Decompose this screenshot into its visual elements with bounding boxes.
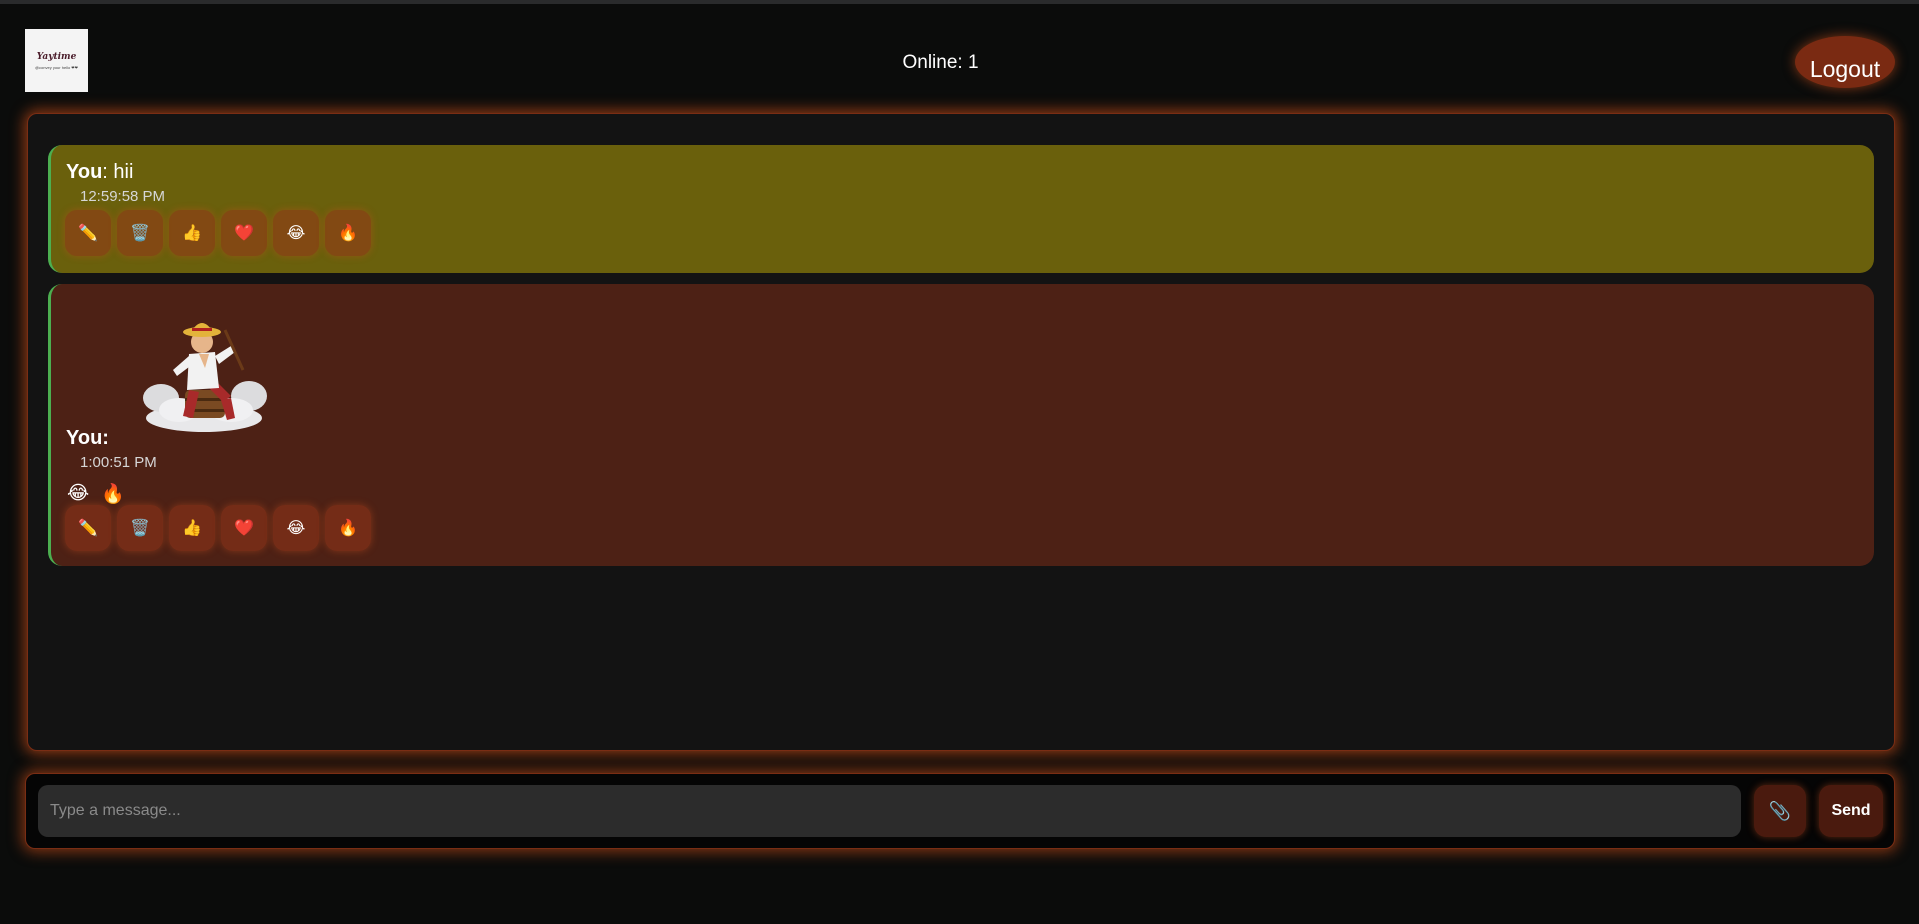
message-composer: 📎 Send [25, 773, 1895, 849]
message-input[interactable] [38, 785, 1741, 837]
laugh-icon: 😂 [286, 225, 306, 242]
message-sender: You [66, 427, 103, 449]
heart-icon: ❤️ [234, 225, 254, 242]
react-heart-button[interactable]: ❤️ [221, 505, 267, 551]
react-laugh-button[interactable]: 😂 [273, 505, 319, 551]
thumbs-up-icon: 👍 [182, 520, 202, 537]
paperclip-icon: 📎 [1768, 800, 1792, 821]
message-separator: : [102, 427, 109, 449]
delete-button[interactable]: 🗑️ [117, 210, 163, 256]
thumbs-up-icon: 👍 [182, 225, 202, 242]
fire-reaction-icon[interactable]: 🔥 [101, 482, 125, 506]
heart-icon: ❤️ [234, 520, 254, 537]
trash-icon: 🗑️ [130, 520, 150, 537]
attach-button[interactable]: 📎 [1754, 785, 1806, 837]
delete-button[interactable]: 🗑️ [117, 505, 163, 551]
message-actions: ✏️ 🗑️ 👍 ❤️ 😂 🔥 [65, 210, 371, 256]
message-timestamp: 1:00:51 PM [80, 454, 157, 471]
fire-icon: 🔥 [338, 520, 358, 537]
message-item: You: hii 12:59:58 PM ✏️ 🗑️ 👍 ❤️ 😂 🔥 [48, 145, 1874, 273]
edit-button[interactable]: ✏️ [65, 210, 111, 256]
chat-messages-panel[interactable]: You: hii 12:59:58 PM ✏️ 🗑️ 👍 ❤️ 😂 🔥 You:… [27, 113, 1895, 751]
online-count: Online: 1 [902, 52, 979, 73]
react-fire-button[interactable]: 🔥 [325, 505, 371, 551]
react-thumbs-up-button[interactable]: 👍 [169, 505, 215, 551]
message-timestamp: 12:59:58 PM [80, 188, 166, 205]
send-button[interactable]: Send [1819, 785, 1883, 837]
trash-icon: 🗑️ [130, 225, 150, 242]
message-line: You: [66, 427, 109, 450]
react-fire-button[interactable]: 🔥 [325, 210, 371, 256]
message-text: hii [107, 161, 134, 183]
react-thumbs-up-button[interactable]: 👍 [169, 210, 215, 256]
fire-icon: 🔥 [338, 225, 358, 242]
message-actions: ✏️ 🗑️ 👍 ❤️ 😂 🔥 [65, 505, 371, 551]
message-reactions: 😂 🔥 [67, 482, 125, 506]
message-image[interactable] [139, 306, 269, 436]
react-heart-button[interactable]: ❤️ [221, 210, 267, 256]
edit-button[interactable]: ✏️ [65, 505, 111, 551]
laugh-icon: 😂 [286, 520, 306, 537]
logout-button[interactable]: Logout [1795, 36, 1895, 88]
message-line: You: hii [66, 161, 133, 184]
message-sender: You [66, 161, 103, 183]
pencil-icon: ✏️ [78, 520, 98, 537]
laugh-reaction-icon[interactable]: 😂 [67, 482, 89, 506]
pencil-icon: ✏️ [78, 225, 98, 242]
react-laugh-button[interactable]: 😂 [273, 210, 319, 256]
header: Yaytime @convey your hello ❤❤ Online: 1 … [0, 4, 1919, 108]
message-item: You: 1:00:51 PM 😂 🔥 ✏️ 🗑️ 👍 ❤️ 😂 🔥 [48, 284, 1874, 566]
